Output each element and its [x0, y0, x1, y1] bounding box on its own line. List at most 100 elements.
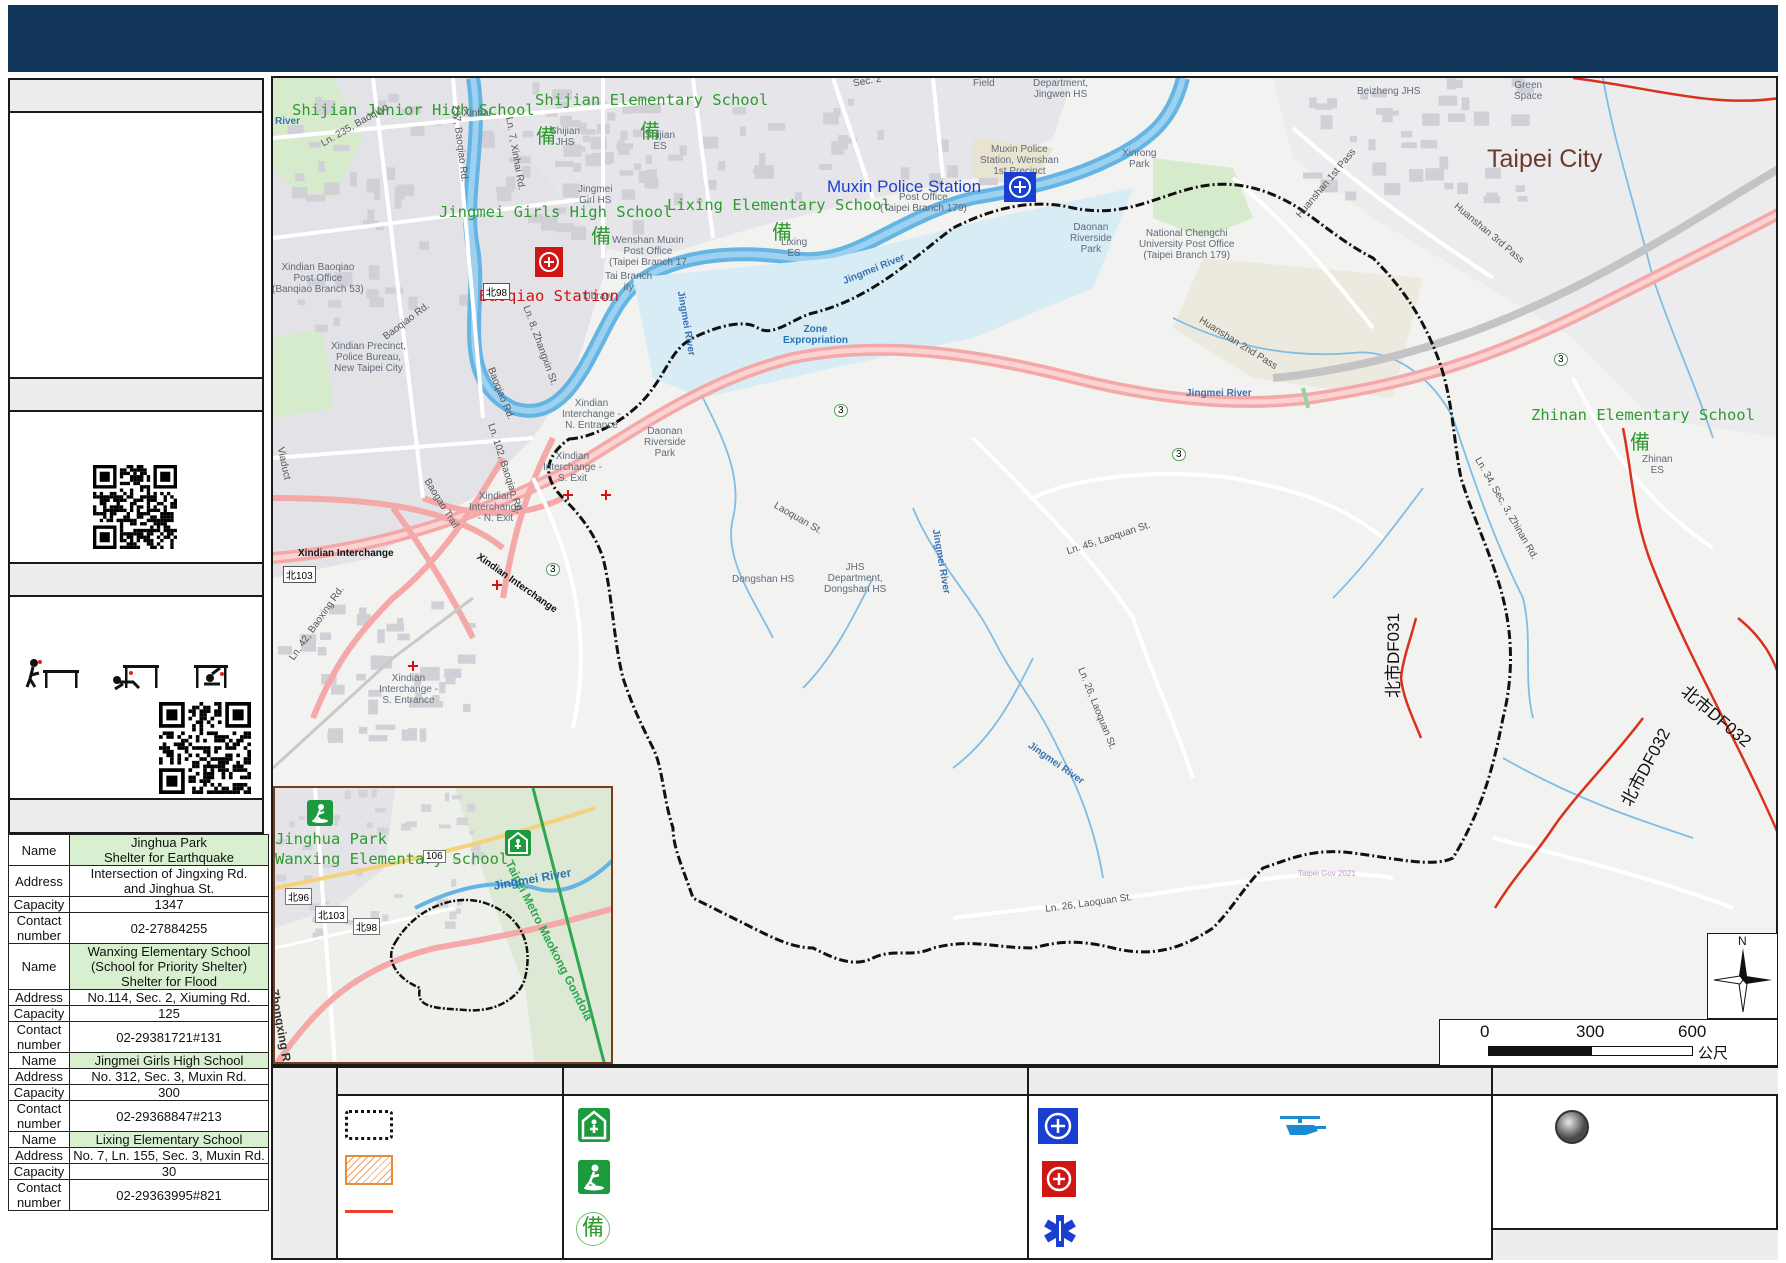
poi-label: Daonan Riverside Park: [1070, 222, 1112, 255]
poi-label: Wenshan Muxin Post Office (Taipei Branch…: [609, 235, 687, 268]
shelter-field-value: Wanxing Elementary School (School for Pr…: [69, 943, 269, 990]
poi-label: Xindian Interchange - N. Entrance: [562, 398, 621, 431]
reserve-shelter-icon[interactable]: 備: [640, 115, 660, 144]
outdoor-shelter-icon[interactable]: [307, 800, 333, 826]
reserve-shelter-icon[interactable]: 備: [1630, 426, 1650, 455]
panel-header-3: [8, 562, 264, 597]
circle-marker-icon: [1555, 1110, 1589, 1144]
shelter-field-label: Name: [8, 834, 70, 866]
inset-school-label: Wanxing Elementary School: [275, 850, 509, 868]
shelter-field-label: Address: [8, 989, 70, 1006]
route-shield: 106: [423, 850, 446, 863]
shelter-field-value: Jinghua Park Shelter for Earthquake: [69, 834, 269, 866]
poi-label: Xindian Interchange - S. Entrance: [379, 673, 438, 706]
shelter-row: Contact number 02-29368847#213: [8, 1100, 269, 1132]
title-banner: [8, 5, 1778, 72]
medical-icon: [1044, 1215, 1076, 1247]
poi-label: Xindian Baoqiao Post Office (Banqiao Bra…: [272, 262, 364, 295]
poi-label: Xindian Interchange - S. Exit: [543, 451, 602, 484]
police-precinct-icon[interactable]: [535, 247, 563, 277]
shelter-field-value: No. 312, Sec. 3, Muxin Rd.: [69, 1068, 269, 1085]
shelter-field-label: Address: [8, 865, 70, 897]
panel-qr-box: [8, 410, 264, 564]
shelter-row: Name Jingmei Girls High School: [8, 1052, 269, 1069]
shelter-field-label: Address: [8, 1147, 70, 1164]
shelter-row: Capacity 125: [8, 1005, 269, 1022]
qr-code-2[interactable]: [156, 699, 254, 797]
scale-tick: 600: [1678, 1022, 1707, 1041]
debris-flow-label: 北市DF031: [1384, 612, 1403, 698]
poi-label: Xindian Precinct, Police Bureau, New Tai…: [331, 341, 407, 374]
zone-label: Zone Expropriation: [783, 324, 849, 346]
shelter-row: Contact number 02-27884255: [8, 912, 269, 944]
police-station-label: Muxin Police Station: [827, 177, 982, 196]
shelter-field-value: 1347: [69, 896, 269, 913]
inset-map[interactable]: Jinghua Park Wanxing Elementary School T…: [273, 786, 613, 1064]
shelter-field-label: Contact number: [8, 1179, 70, 1211]
legend-head-4: [1493, 1068, 1778, 1096]
outdoor-shelter-icon: [578, 1160, 610, 1194]
shelter-field-value: 300: [69, 1084, 269, 1101]
indoor-shelter-icon[interactable]: [505, 830, 531, 856]
drop-icon: [25, 659, 79, 688]
police-station-icon: [1038, 1108, 1078, 1144]
shelter-field-value: 02-29381721#131: [69, 1021, 269, 1053]
shelter-field-value: No.114, Sec. 2, Xiuming Rd.: [69, 989, 269, 1006]
shelter-field-label: Capacity: [8, 1163, 70, 1180]
reserve-shelter-icon[interactable]: 備: [536, 120, 556, 149]
map-credit: Taipei Gov 2021: [1298, 869, 1356, 878]
scale-bar-black: [1488, 1046, 1591, 1056]
poi-label: Daonan Riverside Park: [644, 426, 686, 459]
shelter-field-label: Capacity: [8, 1084, 70, 1101]
route-shield: 北96: [285, 888, 313, 905]
school-label: Zhinan Elementary School: [1531, 406, 1755, 424]
scale-tick: 0: [1480, 1022, 1490, 1041]
shelter-field-value: 30: [69, 1163, 269, 1180]
helicopter-icon: [1280, 1116, 1326, 1135]
shelter-row: Address Intersection of Jingxing Rd. and …: [8, 865, 269, 897]
panel-header-4: [8, 798, 264, 834]
reserve-shelter-icon[interactable]: 備: [591, 220, 611, 249]
route-shield: 3: [834, 404, 848, 417]
shelter-row: Capacity 30: [8, 1163, 269, 1180]
scale-bar-white: [1591, 1046, 1693, 1056]
shelter-field-value: No. 7, Ln. 155, Sec. 3, Muxin Rd.: [69, 1147, 269, 1164]
shelter-row: Name Lixing Elementary School: [8, 1131, 269, 1148]
route-shield: 3: [1172, 448, 1186, 461]
school-label: Lixing Elementary School: [667, 196, 891, 214]
poi-label: Field: [973, 78, 995, 89]
poi-label: Xinrong Park: [1122, 148, 1157, 170]
shelter-field-label: Name: [8, 1052, 70, 1069]
shelter-field-label: Name: [8, 943, 70, 990]
route-shield: 北103: [283, 566, 316, 583]
shelter-field-label: Contact number: [8, 1100, 70, 1132]
shelter-row: Address No. 7, Ln. 155, Sec. 3, Muxin Rd.: [8, 1147, 269, 1164]
shelter-field-label: Contact number: [8, 912, 70, 944]
panel-empty-box: [8, 111, 264, 379]
legend: 備: [271, 1066, 1778, 1260]
medical-marker-icon: [492, 580, 502, 590]
qr-code[interactable]: [90, 462, 180, 552]
shelter-table: Name Jinghua Park Shelter for Earthquake A…: [8, 834, 269, 1211]
police-precinct-icon: [1042, 1161, 1076, 1197]
river-label: Jingmei River: [1186, 388, 1252, 399]
shelter-field-label: Capacity: [8, 896, 70, 913]
reserve-shelter-icon[interactable]: 備: [772, 216, 792, 245]
shelter-row: Name Wanxing Elementary School (School fo…: [8, 943, 269, 990]
police-station-icon[interactable]: [1004, 172, 1036, 202]
poi-label: Zhinan ES: [1642, 454, 1673, 476]
shelter-row: Contact number 02-29363995#821: [8, 1179, 269, 1211]
poi-label: Beizheng JHS: [1357, 86, 1421, 97]
shelter-row: Capacity 1347: [8, 896, 269, 913]
shelter-row: Address No.114, Sec. 2, Xiuming Rd.: [8, 989, 269, 1006]
poi-label: Dongshan HS: [732, 574, 795, 585]
panel-header-2: [8, 377, 264, 412]
road-label: Xindian Interchange: [298, 548, 394, 559]
shelter-field-label: Capacity: [8, 1005, 70, 1022]
inset-park-label: Jinghua Park: [275, 830, 387, 848]
shelter-field-value: Jingmei Girls High School: [69, 1052, 269, 1069]
medical-marker-icon: [408, 661, 418, 671]
poi-label: National Chengchi University Post Office…: [1139, 228, 1235, 261]
scale-bar: 0 300 600 公尺: [1439, 1019, 1778, 1066]
medical-marker-icon: [601, 490, 611, 500]
